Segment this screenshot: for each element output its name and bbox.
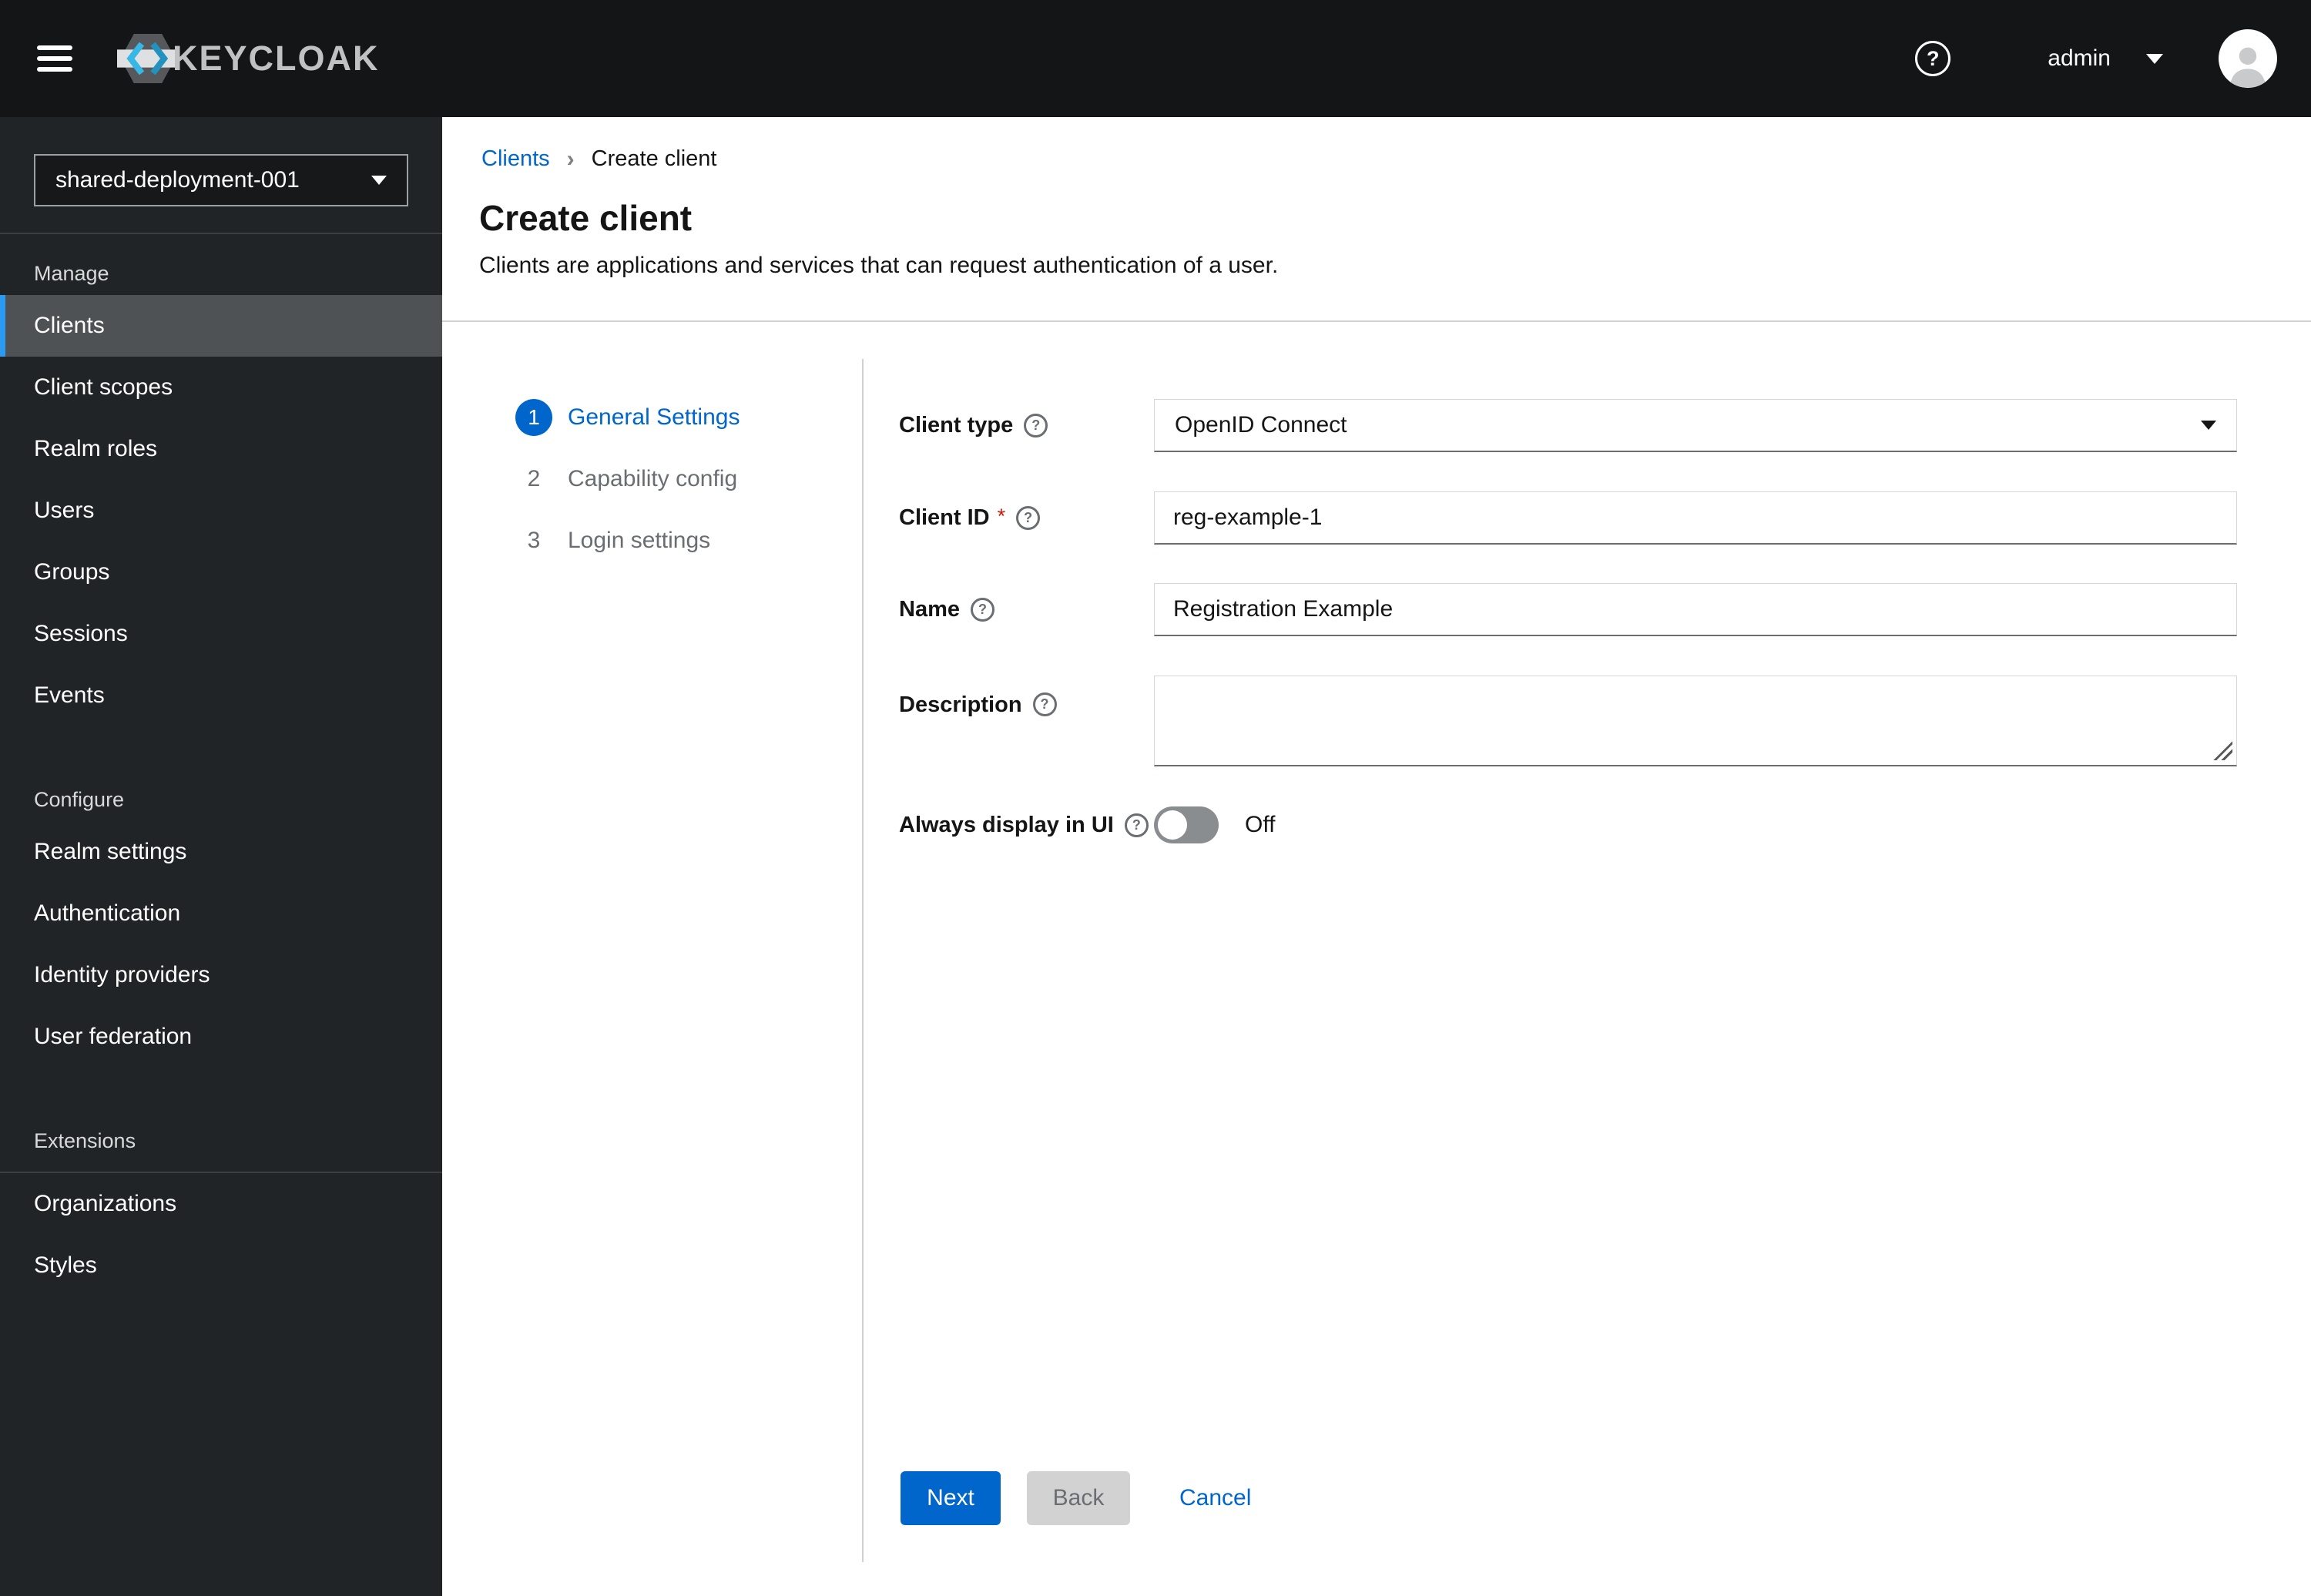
sidebar-item-sessions[interactable]: Sessions <box>0 603 442 665</box>
name-input[interactable] <box>1154 583 2237 636</box>
nav-section-title: Manage <box>34 262 109 285</box>
main-content: Clients › Create client Create client Cl… <box>442 117 2311 1596</box>
wizard-footer-actions: Next Back Cancel <box>901 1471 1251 1525</box>
keycloak-admin-console: KEYCLOAK ? admin shared-deployment-001 M… <box>0 0 2311 1596</box>
step-label: General Settings <box>568 404 740 430</box>
username-label: admin <box>2048 45 2111 71</box>
nav-toggle-button[interactable] <box>37 45 72 72</box>
sidebar-item-organizations[interactable]: Organizations <box>0 1173 442 1235</box>
caret-down-icon <box>2201 421 2216 430</box>
description-row: Description ? <box>899 676 2237 766</box>
description-textarea[interactable] <box>1154 676 2237 766</box>
help-icon: ? <box>1927 46 1940 70</box>
avatar[interactable] <box>2219 29 2277 88</box>
help-icon[interactable]: ? <box>1024 414 1048 438</box>
client-type-label: Client type <box>899 413 1014 438</box>
breadcrumb-current: Create client <box>591 146 717 171</box>
name-row: Name ? <box>899 583 2237 636</box>
cancel-link[interactable]: Cancel <box>1179 1485 1251 1511</box>
help-icon[interactable]: ? <box>1016 506 1041 530</box>
hamburger-icon <box>37 45 72 50</box>
breadcrumb: Clients › Create client <box>481 146 716 172</box>
toggle-knob <box>1158 810 1187 840</box>
always-display-toggle[interactable] <box>1154 806 1219 843</box>
brand-logo: KEYCLOAK <box>117 25 380 92</box>
client-type-label-group: Client type ? <box>899 399 1154 452</box>
sidebar-item-identity-providers[interactable]: Identity providers <box>0 944 442 1006</box>
client-id-row: Client ID * ? <box>899 491 2237 545</box>
page-subtitle: Clients are applications and services th… <box>479 253 1279 278</box>
wizard-step-login-settings: 3 Login settings <box>515 510 710 572</box>
caret-down-icon <box>2146 53 2163 64</box>
step-number: 2 <box>527 466 541 491</box>
caret-down-icon <box>371 176 387 185</box>
sidebar-item-groups[interactable]: Groups <box>0 542 442 603</box>
page-header-divider <box>442 320 2311 322</box>
wizard-divider <box>862 359 864 1562</box>
page-title: Create client <box>479 198 693 238</box>
client-type-select[interactable]: OpenID Connect <box>1154 399 2237 452</box>
client-id-input[interactable] <box>1154 491 2237 545</box>
step-label: Login settings <box>568 528 711 553</box>
breadcrumb-clients-link[interactable]: Clients <box>481 146 550 172</box>
help-icon[interactable]: ? <box>971 598 995 622</box>
nav-section-manage: Manage Clients Client scopes Realm roles… <box>0 234 442 726</box>
help-button[interactable]: ? <box>1915 41 1951 76</box>
nav-section-extensions: Extensions Organizations Styles <box>0 1068 442 1296</box>
back-button[interactable]: Back <box>1027 1471 1130 1525</box>
masthead-utilities: ? admin <box>1915 29 2277 88</box>
keycloak-logo-icon <box>117 34 179 83</box>
toggle-state-label: Off <box>1245 812 1276 837</box>
client-id-label-group: Client ID * ? <box>899 491 1154 545</box>
step-number: 3 <box>527 528 541 553</box>
sidebar-item-realm-roles[interactable]: Realm roles <box>0 418 442 480</box>
masthead: KEYCLOAK ? admin <box>0 0 2311 117</box>
nav-section-title: Extensions <box>34 1129 136 1152</box>
brand-wordmark: KEYCLOAK <box>173 39 380 78</box>
description-label-group: Description ? <box>899 676 1154 766</box>
sidebar-item-realm-settings[interactable]: Realm settings <box>0 821 442 883</box>
client-type-selected-value: OpenID Connect <box>1175 412 1347 438</box>
client-type-row: Client type ? OpenID Connect <box>899 399 2237 452</box>
sidebar-item-authentication[interactable]: Authentication <box>0 883 442 944</box>
nav-section-configure: Configure Realm settings Authentication … <box>0 726 442 1068</box>
sidebar-item-events[interactable]: Events <box>0 665 442 726</box>
wizard-step-general-settings[interactable]: 1 General Settings <box>515 387 740 448</box>
description-label: Description <box>899 692 1022 717</box>
sidebar-nav: shared-deployment-001 Manage Clients Cli… <box>0 117 442 1596</box>
name-label: Name <box>899 597 960 622</box>
always-display-row: Always display in UI ? Off <box>899 806 2237 843</box>
chevron-right-icon: › <box>566 146 575 172</box>
realm-selector[interactable]: shared-deployment-001 <box>34 154 408 206</box>
sidebar-item-clients[interactable]: Clients <box>0 295 442 357</box>
sidebar-item-users[interactable]: Users <box>0 480 442 542</box>
help-icon[interactable]: ? <box>1124 813 1149 837</box>
realm-selector-value: shared-deployment-001 <box>55 167 300 193</box>
help-icon[interactable]: ? <box>1032 692 1057 716</box>
sidebar-item-user-federation[interactable]: User federation <box>0 1006 442 1068</box>
always-display-label: Always display in UI <box>899 812 1114 837</box>
wizard-step-capability-config: 2 Capability config <box>515 448 737 510</box>
required-asterisk: * <box>997 505 1006 528</box>
always-display-label-group: Always display in UI ? <box>899 806 1154 843</box>
nav-section-title: Configure <box>34 788 125 811</box>
next-button[interactable]: Next <box>901 1471 1001 1525</box>
step-number-badge: 1 <box>515 399 552 436</box>
client-id-label: Client ID <box>899 505 990 530</box>
sidebar-item-styles[interactable]: Styles <box>0 1235 442 1296</box>
user-menu-dropdown[interactable]: admin <box>2048 45 2163 72</box>
name-label-group: Name ? <box>899 583 1154 636</box>
step-label: Capability config <box>568 466 738 491</box>
sidebar-item-client-scopes[interactable]: Client scopes <box>0 357 442 418</box>
user-avatar-icon <box>2229 47 2266 88</box>
